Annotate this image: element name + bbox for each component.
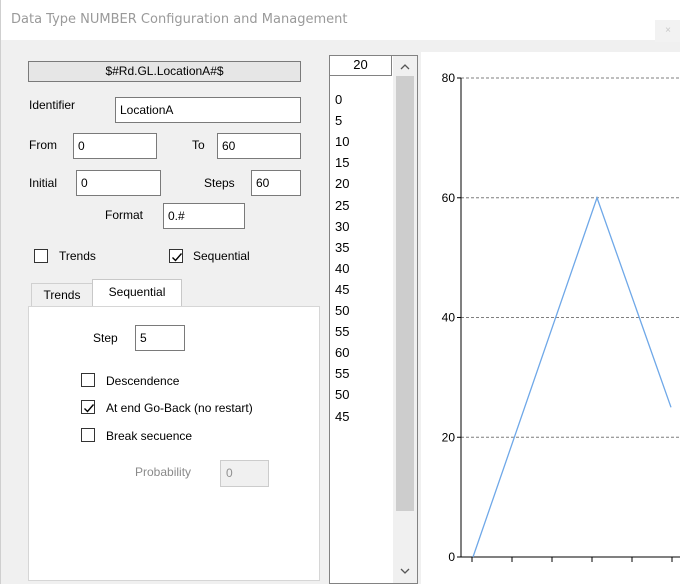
descendence-label: Descendence [106,374,180,388]
title-bar: Data Type NUMBER Configuration and Manag… [1,0,680,42]
format-label: Format [105,208,144,222]
tab-trends[interactable]: Trends [31,283,93,307]
steps-label: Steps [204,176,235,190]
values-chart: 0 20 40 60 80 [421,52,680,584]
y-tick-label: 60 [442,191,456,205]
to-label: To [192,138,205,152]
list-item[interactable]: 50 [335,303,349,319]
tab-sequential[interactable]: Sequential [92,279,182,307]
list-item[interactable]: 5 [335,113,342,129]
list-item[interactable]: 15 [335,155,349,171]
close-button[interactable]: × [655,20,680,42]
y-tick-label: 40 [442,311,456,325]
steps-input[interactable]: 60 [251,170,301,196]
step-label: Step [93,331,118,345]
list-item[interactable]: 40 [335,261,349,277]
trends-checkbox-label: Trends [59,249,96,263]
y-tick-label: 80 [442,71,456,85]
sequential-checkbox[interactable] [169,249,183,263]
list-item[interactable]: 50 [335,387,349,403]
to-input[interactable]: 60 [217,133,301,159]
probability-input: 0 [220,460,269,487]
list-item[interactable]: 60 [335,345,349,361]
list-item[interactable]: 45 [335,282,349,298]
checkmark-icon [84,404,95,413]
trends-checkbox[interactable] [34,249,48,263]
goback-checkbox[interactable] [81,400,95,414]
break-sequence-label: Break secuence [106,429,193,443]
goback-label: At end Go-Back (no restart) [106,401,253,415]
list-item[interactable]: 55 [335,366,349,382]
list-item[interactable]: 55 [335,324,349,340]
initial-input[interactable]: 0 [76,170,161,196]
list-item[interactable]: 30 [335,219,349,235]
list-item[interactable]: 35 [335,240,349,256]
series-line [472,195,672,558]
list-item[interactable]: 10 [335,134,349,150]
window-title: Data Type NUMBER Configuration and Manag… [11,12,348,27]
list-item[interactable]: 20 [335,176,349,192]
step-input[interactable]: 5 [135,325,185,351]
y-tick-label: 0 [448,550,455,564]
values-list[interactable]: 20 0 5 10 15 20 25 30 35 40 45 50 55 60 55 50 45 [329,55,418,584]
from-input[interactable]: 0 [73,133,157,159]
break-sequence-checkbox[interactable] [81,428,95,442]
sequential-checkbox-label: Sequential [193,249,250,263]
descendence-checkbox[interactable] [81,373,95,387]
identifier-input[interactable]: LocationA [115,97,301,123]
chevron-down-icon[interactable] [393,562,417,580]
list-item[interactable]: 0 [335,92,342,108]
chevron-up-icon[interactable] [393,58,417,76]
from-label: From [29,138,57,152]
checkmark-icon [172,253,183,262]
scrollbar-thumb[interactable] [396,76,414,511]
probability-label: Probability [135,465,192,479]
initial-label: Initial [29,176,58,190]
values-list-header[interactable]: 20 [330,56,392,76]
list-item[interactable]: 25 [335,198,349,214]
reference-field: $#Rd.GL.LocationA#$ [28,61,301,82]
identifier-label: Identifier [29,98,76,112]
list-item[interactable]: 45 [335,409,349,425]
y-tick-label: 20 [442,430,456,444]
format-input[interactable]: 0.# [163,203,245,229]
values-list-scrollbar[interactable] [393,56,417,583]
line-chart: 0 20 40 60 80 [442,71,680,564]
config-window: Data Type NUMBER Configuration and Manag… [0,0,680,584]
